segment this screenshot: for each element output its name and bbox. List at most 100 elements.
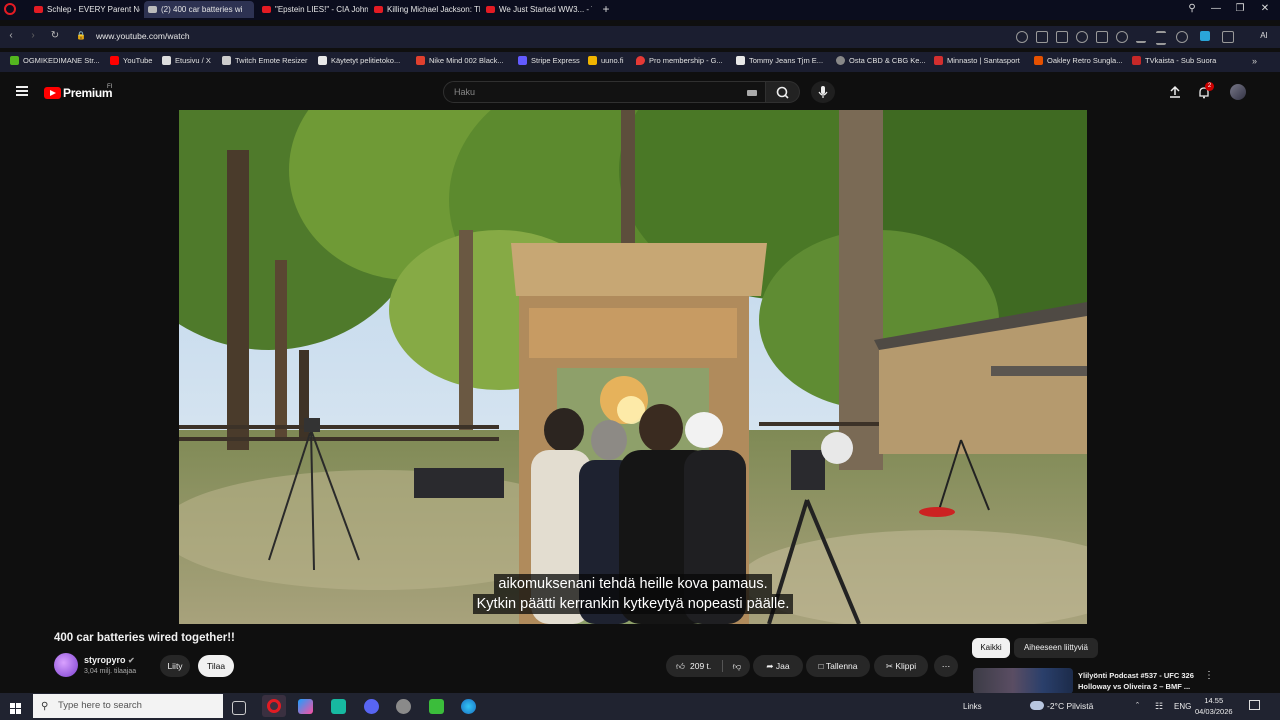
youtube-favicon-icon [486,6,495,13]
edit-icon[interactable] [1036,31,1048,43]
keyboard-icon[interactable] [747,90,757,96]
join-button[interactable]: Liity [160,655,190,677]
edge-icon[interactable] [461,699,476,714]
recommended-thumbnail[interactable] [973,668,1073,694]
clock[interactable]: 14.55 04/03/2026 [1195,695,1233,717]
hamburger-menu-icon[interactable] [16,86,28,96]
network-icon[interactable]: ☷ [1155,701,1163,712]
browser-tab[interactable]: Schlep - EVERY Parent Ne [30,1,140,18]
channel-name[interactable]: styropyro ✔ [84,655,135,665]
bookmark[interactable]: Stripe Express [518,56,580,65]
bookmark-label: Stripe Express [531,56,580,65]
app-icon[interactable] [331,699,346,714]
premium-brand[interactable]: Premium [63,86,113,100]
clock-time: 14.55 [1204,696,1224,705]
clip-button[interactable]: ✂ Klippi [874,655,928,677]
recommended-title[interactable]: Ylilyönti Podcast #537 - UFC 326 Hollowa… [1078,670,1202,692]
bookmark[interactable]: OGMIKEDIMANE Str... [10,56,100,65]
app-icon[interactable] [396,699,411,714]
play-icon[interactable] [1096,31,1108,43]
browser-tab-active[interactable]: (2) 400 car batteries wi [144,1,254,18]
extension-icon[interactable] [1200,31,1210,41]
youtube-logo-icon[interactable] [44,87,61,99]
bookmark[interactable]: Nike Mind 002 Black... [416,56,504,65]
opera-taskbar-app[interactable] [262,695,286,717]
share-icon: ➦ [766,661,774,671]
url-field[interactable]: www.youtube.com/watch [96,31,190,41]
cube-extension-icon[interactable] [1222,31,1234,43]
account-avatar[interactable] [1230,84,1246,100]
minimize-icon[interactable]: — [1206,2,1226,16]
bookmark[interactable]: Tommy Jeans Tjm E... [736,56,823,65]
back-icon[interactable]: ‹ [4,30,18,41]
close-icon[interactable]: ✕ [1255,2,1275,16]
taskbar-search-input[interactable]: Type here to search [33,694,223,718]
channel-avatar[interactable] [54,653,78,677]
subscribe-button[interactable]: Tilaa [198,655,234,677]
bookmark[interactable]: uuno.fi [588,56,624,65]
weather-widget[interactable]: -2°C Pilvistä [1047,701,1093,711]
dislike-button[interactable]: 👎︎ [728,655,746,677]
nike-icon [416,56,425,65]
new-tab-icon[interactable]: + [600,3,612,15]
task-view-icon[interactable] [232,701,246,715]
like-count: 209 t. [690,661,712,671]
reload-icon[interactable]: ↻ [48,30,62,41]
bookmark-label: YouTube [123,56,153,65]
youtube-favicon-icon [262,6,271,13]
browser-tab[interactable]: "Epstein LIES!" - CIA John [258,1,368,18]
bookmarks-overflow-icon[interactable]: » [1252,56,1257,66]
bookmark[interactable]: Twitch Emote Resizer [222,56,308,65]
bookmark[interactable]: Etusivu / X [162,56,211,65]
restore-icon[interactable]: ❐ [1230,2,1250,16]
windows-start-icon[interactable] [10,701,21,714]
bookmark-label: Twitch Emote Resizer [235,56,308,65]
app-icon[interactable] [298,699,313,714]
santasport-icon [934,56,943,65]
voice-search-button[interactable] [811,81,835,103]
filter-chip-all[interactable]: Kaikki [972,638,1010,658]
notification-badge: 2 [1205,82,1214,91]
menu-icon[interactable] [1156,31,1166,45]
video-player[interactable] [179,110,1087,624]
bookmark[interactable]: Pro membership - G... [636,56,723,65]
browser-tab[interactable]: Killing Michael Jackson: Th [370,1,480,18]
upload-icon[interactable] [1168,85,1182,99]
links-toolbar[interactable]: Links [963,702,982,711]
channel-name-text: styropyro [84,655,126,665]
bookmark[interactable]: Osta CBD & CBG Ke... [836,56,926,65]
chevron-up-icon[interactable]: ˆ [1136,701,1139,711]
search-input[interactable]: Haku [443,81,766,103]
more-actions-icon[interactable]: ⋯ [934,655,958,677]
search-icon[interactable] [1016,31,1028,43]
browser-tab[interactable]: We Just Started WW3... - Y [482,1,592,18]
camera-icon[interactable] [1056,31,1068,43]
bookmark[interactable]: Minnasto | Santasport [934,56,1020,65]
bookmark[interactable]: YouTube [110,56,152,65]
like-button[interactable]: 👍︎ 209 t. [672,655,718,677]
ai-button[interactable]: AI [1252,29,1276,43]
language-indicator[interactable]: ENG [1174,702,1191,711]
thumbs-up-icon: 👍︎ [676,661,685,671]
bookmark-label: OGMIKEDIMANE Str... [23,56,100,65]
search-tabs-icon[interactable]: ⚲ [1182,2,1202,16]
bookmark[interactable]: Käytetyt pelitietoko... [318,56,400,65]
bookmark[interactable]: Oakley Retro Sungla... [1034,56,1122,65]
more-vert-icon[interactable]: ⋮ [1204,670,1214,681]
bookmark[interactable]: TVkaista - Sub Suora [1132,56,1216,65]
opera-logo-icon[interactable] [4,3,16,15]
app-icon[interactable] [429,699,444,714]
discord-icon[interactable] [364,699,379,714]
notification-center-icon[interactable] [1249,700,1260,710]
search-button[interactable] [766,81,800,103]
region-label: FI [107,84,113,90]
profile-icon[interactable] [1176,31,1188,43]
share-button[interactable]: ➦ Jaa [753,655,803,677]
forward-icon[interactable]: › [26,30,40,41]
filter-chip-related[interactable]: Aiheeseen liittyviä [1014,638,1098,658]
heart-icon[interactable] [1116,31,1128,43]
bookmark-label: Oakley Retro Sungla... [1047,56,1123,65]
download-icon[interactable] [1136,31,1146,43]
save-button[interactable]: □ Tallenna [806,655,870,677]
shield-icon[interactable] [1076,31,1088,43]
